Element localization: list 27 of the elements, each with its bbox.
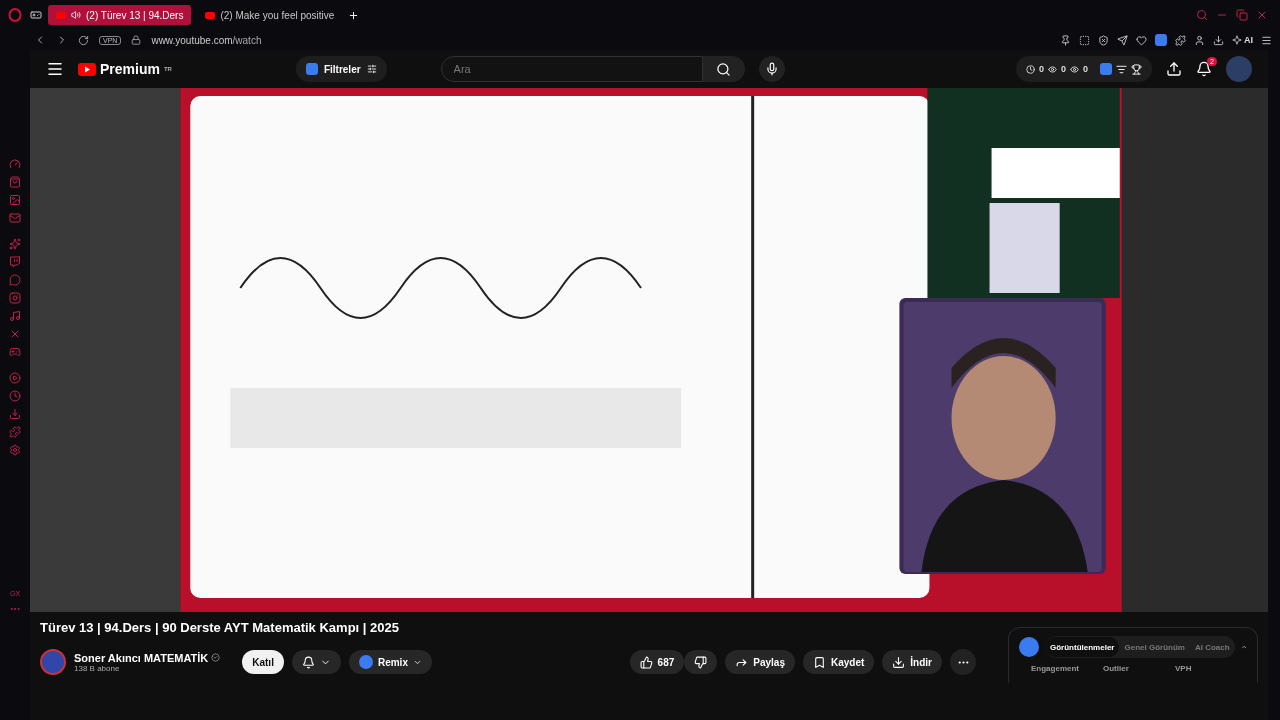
stat-count: 0: [1060, 64, 1066, 74]
stat-count: 0: [1038, 64, 1044, 74]
share-button[interactable]: Paylaş: [725, 650, 795, 674]
remix-button[interactable]: Remix: [348, 650, 432, 674]
tab-title: (2) Make you feel positive: [220, 9, 335, 21]
panel-tab[interactable]: AI Coach: [1189, 637, 1235, 657]
panel-tab[interactable]: Görüntülenmeler: [1045, 637, 1120, 657]
save-button[interactable]: Kaydet: [802, 650, 875, 674]
join-button[interactable]: Katıl: [242, 650, 284, 674]
ai-button[interactable]: AI: [1232, 35, 1253, 45]
like-button[interactable]: 687: [629, 650, 685, 674]
address-field[interactable]: www.youtube.com/watch: [151, 34, 262, 46]
video-title: Türev 13 | 94.Ders | 90 Derste AYT Matematik Kampı | 2025: [39, 619, 400, 635]
subscriber-count: 138 B abone: [74, 663, 121, 673]
download-button[interactable]: İndir: [882, 650, 942, 674]
stat-count: 0: [1083, 64, 1088, 74]
search-field[interactable]: Ara: [440, 56, 703, 82]
youtube-logo[interactable]: Premium $^{TR}$: [78, 61, 172, 77]
column-header: Engagement: [1031, 664, 1080, 673]
browser-tab[interactable]: (2) Türev 13 | 94.Ders: [48, 5, 192, 25]
column-header: VPH: [1175, 664, 1193, 673]
column-header: Outlier: [1103, 664, 1130, 673]
browser-tab[interactable]: (2) Make you feel positive: [197, 5, 343, 25]
panel-tab[interactable]: Genel Görünüm: [1119, 637, 1190, 657]
filter-button[interactable]: Filtreler: [295, 56, 387, 82]
tab-title: (2) Türev 13 | 94.Ders: [86, 9, 184, 21]
channel-name[interactable]: Soner Akıncı MATEMATİK: [74, 651, 209, 664]
